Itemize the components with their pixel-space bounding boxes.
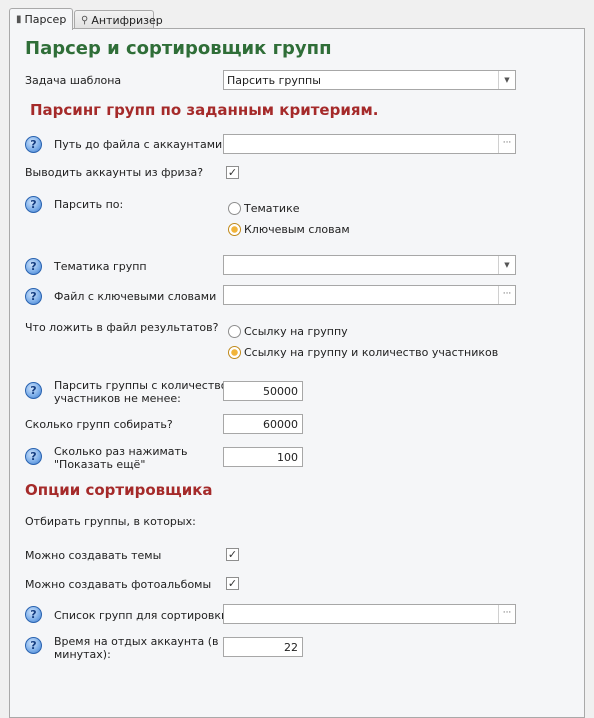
result-link-members-label: Ссылку на группу и количество участников [244, 346, 499, 359]
parse-by-keywords-label: Ключевым словам [244, 223, 350, 236]
parse-by-topic-label: Тематике [244, 202, 300, 215]
min-members-value: 50000 [263, 385, 298, 398]
help-icon[interactable]: ? [25, 382, 42, 399]
tab-antifreezer[interactable]: ⚲ Антифризер [74, 10, 163, 29]
can-albums-label: Можно создавать фотоальбомы [25, 578, 212, 591]
parse-by-keywords-radio[interactable] [228, 223, 241, 236]
result-file-label: Что ложить в файл результатов? [25, 321, 219, 334]
can-topics-checkbox[interactable]: ✓ [226, 548, 239, 561]
min-members-label-line2: участников не менее: [54, 392, 181, 405]
help-icon[interactable]: ? [25, 448, 42, 465]
help-icon[interactable]: ? [25, 258, 42, 275]
template-task-label: Задача шаблона [25, 74, 122, 87]
result-link-label: Ссылку на группу [244, 325, 348, 338]
show-more-value: 100 [277, 451, 298, 464]
keywords-file-field[interactable]: ··· [223, 285, 516, 305]
chevron-down-icon[interactable]: ▼ [498, 256, 515, 274]
show-more-input[interactable]: 100 [223, 447, 303, 467]
groups-count-value: 60000 [263, 418, 298, 431]
rest-time-label: Время на отдых аккаунта (в минутах): [54, 635, 218, 661]
parse-by-topic-radio[interactable] [228, 202, 241, 215]
browse-ellipsis-icon[interactable]: ··· [498, 605, 515, 623]
accounts-file-label: Путь до файла с аккаунтами [54, 138, 223, 151]
rest-time-input[interactable]: 22 [223, 637, 303, 657]
freeze-out-checkbox[interactable]: ✓ [226, 166, 239, 179]
min-members-label: Парсить группы с количеством участников … [54, 379, 236, 405]
help-icon[interactable]: ? [25, 606, 42, 623]
groups-count-label: Сколько групп собирать? [25, 418, 173, 431]
show-more-label: Сколько раз нажимать "Показать ещё" [54, 445, 187, 471]
tab-parser[interactable]: ▮ Парсер [9, 8, 73, 30]
page-title: Парсер и сортировщик групп [25, 38, 332, 59]
template-task-value: Парсить группы [227, 74, 321, 87]
rest-time-label-line1: Время на отдых аккаунта (в [54, 635, 219, 648]
min-members-label-line1: Парсить группы с количеством [54, 379, 236, 392]
help-icon[interactable]: ? [25, 637, 42, 654]
parse-by-label: Парсить по: [54, 198, 124, 211]
min-members-input[interactable]: 50000 [223, 381, 303, 401]
tab-antifreezer-label: Антифризер [91, 13, 163, 27]
help-icon[interactable]: ? [25, 288, 42, 305]
chevron-down-icon[interactable]: ▼ [498, 71, 515, 89]
show-more-label-line1: Сколько раз нажимать [54, 445, 188, 458]
group-topic-label: Тематика групп [54, 260, 147, 273]
search-icon: ⚲ [81, 14, 89, 26]
keywords-file-label: Файл с ключевыми словами [54, 290, 217, 303]
help-icon[interactable]: ? [25, 136, 42, 153]
result-link-radio[interactable] [228, 325, 241, 338]
can-albums-checkbox[interactable]: ✓ [226, 577, 239, 590]
accounts-file-field[interactable]: ··· [223, 134, 516, 154]
can-topics-label: Можно создавать темы [25, 549, 162, 562]
template-task-select[interactable]: Парсить группы ▼ [223, 70, 516, 90]
select-groups-label: Отбирать группы, в которых: [25, 515, 196, 528]
sort-list-label: Список групп для сортировки [54, 609, 229, 622]
tab-parser-label: Парсер [24, 13, 67, 26]
group-topic-select[interactable]: ▼ [223, 255, 516, 275]
sort-list-field[interactable]: ··· [223, 604, 516, 624]
browse-ellipsis-icon[interactable]: ··· [498, 135, 515, 153]
help-icon[interactable]: ? [25, 196, 42, 213]
sort-section-title: Опции сортировщика [25, 481, 213, 499]
groups-count-input[interactable]: 60000 [223, 414, 303, 434]
document-icon: ▮ [16, 14, 22, 25]
browse-ellipsis-icon[interactable]: ··· [498, 286, 515, 304]
freeze-out-label: Выводить аккаунты из фриза? [25, 166, 204, 179]
show-more-label-line2: "Показать ещё" [54, 458, 146, 471]
result-link-members-radio[interactable] [228, 346, 241, 359]
parse-section-title: Парсинг групп по заданным критериям. [30, 101, 379, 119]
rest-time-label-line2: минутах): [54, 648, 111, 661]
rest-time-value: 22 [284, 641, 298, 654]
